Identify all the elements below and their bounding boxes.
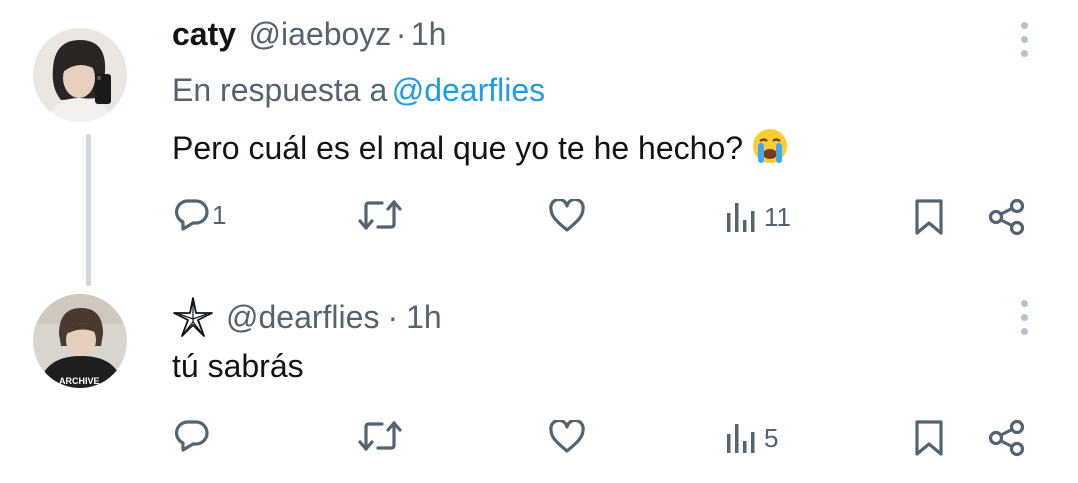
views-button[interactable]: 5 xyxy=(726,422,778,454)
bookmark-icon xyxy=(915,199,943,235)
bookmark-button[interactable] xyxy=(914,419,944,457)
timestamp[interactable]: 1h xyxy=(406,299,442,336)
tweet-text: Pero cuál es el mal que yo te he hecho? … xyxy=(172,127,789,167)
tweet-body: tú sabrás xyxy=(172,348,304,384)
tweet-body: Pero cuál es el mal que yo te he hecho? xyxy=(172,130,744,166)
heart-icon xyxy=(549,199,585,232)
reply-icon xyxy=(175,199,209,231)
reply-icon xyxy=(175,420,209,452)
avatar-shirt-text: ARCHIVE xyxy=(59,376,100,386)
view-count: 11 xyxy=(764,201,791,232)
avatar-photo xyxy=(33,28,127,122)
reply-context: En respuesta a @dearflies xyxy=(172,72,545,109)
like-button[interactable] xyxy=(548,420,586,454)
reply-button[interactable]: 1 xyxy=(174,198,226,232)
handle[interactable]: @iaeboyz xyxy=(249,16,392,52)
retweet-button[interactable] xyxy=(358,419,402,453)
retweet-button[interactable] xyxy=(358,198,402,232)
retweet-icon xyxy=(358,200,402,230)
retweet-icon xyxy=(358,421,402,451)
separator: · xyxy=(395,16,407,52)
loudly-crying-face-icon xyxy=(753,129,788,163)
reply-count: 1 xyxy=(212,199,227,230)
handle[interactable]: @dearflies xyxy=(226,299,379,336)
display-name[interactable]: caty xyxy=(172,16,236,52)
timestamp[interactable]: 1h xyxy=(411,16,447,52)
starfish-icon xyxy=(173,297,213,337)
more-options-icon[interactable] xyxy=(1016,20,1032,64)
heart-icon xyxy=(549,420,585,453)
views-button[interactable]: 11 xyxy=(726,201,791,233)
like-button[interactable] xyxy=(548,199,586,233)
reply-button[interactable] xyxy=(174,419,210,453)
separator: · xyxy=(387,298,399,335)
share-button[interactable] xyxy=(988,419,1026,457)
views-chart-icon xyxy=(727,424,755,453)
bookmark-icon xyxy=(915,420,943,456)
bookmark-button[interactable] xyxy=(914,198,944,236)
tweet-header: @dearflies · 1h xyxy=(172,296,442,338)
avatar[interactable]: ARCHIVE xyxy=(33,294,127,388)
thread-connector-line xyxy=(86,134,91,286)
views-chart-icon xyxy=(727,203,755,232)
more-options-icon[interactable] xyxy=(1016,298,1032,342)
avatar[interactable] xyxy=(33,28,127,122)
reply-to-handle[interactable]: @dearflies xyxy=(392,72,545,108)
share-icon xyxy=(988,419,1025,457)
tweet-header: caty @iaeboyz · 1h xyxy=(172,16,446,53)
view-count: 5 xyxy=(764,422,779,453)
avatar-photo: ARCHIVE xyxy=(33,294,127,388)
share-icon xyxy=(988,198,1025,236)
reply-prefix: En respuesta a xyxy=(172,72,388,108)
share-button[interactable] xyxy=(988,198,1026,236)
